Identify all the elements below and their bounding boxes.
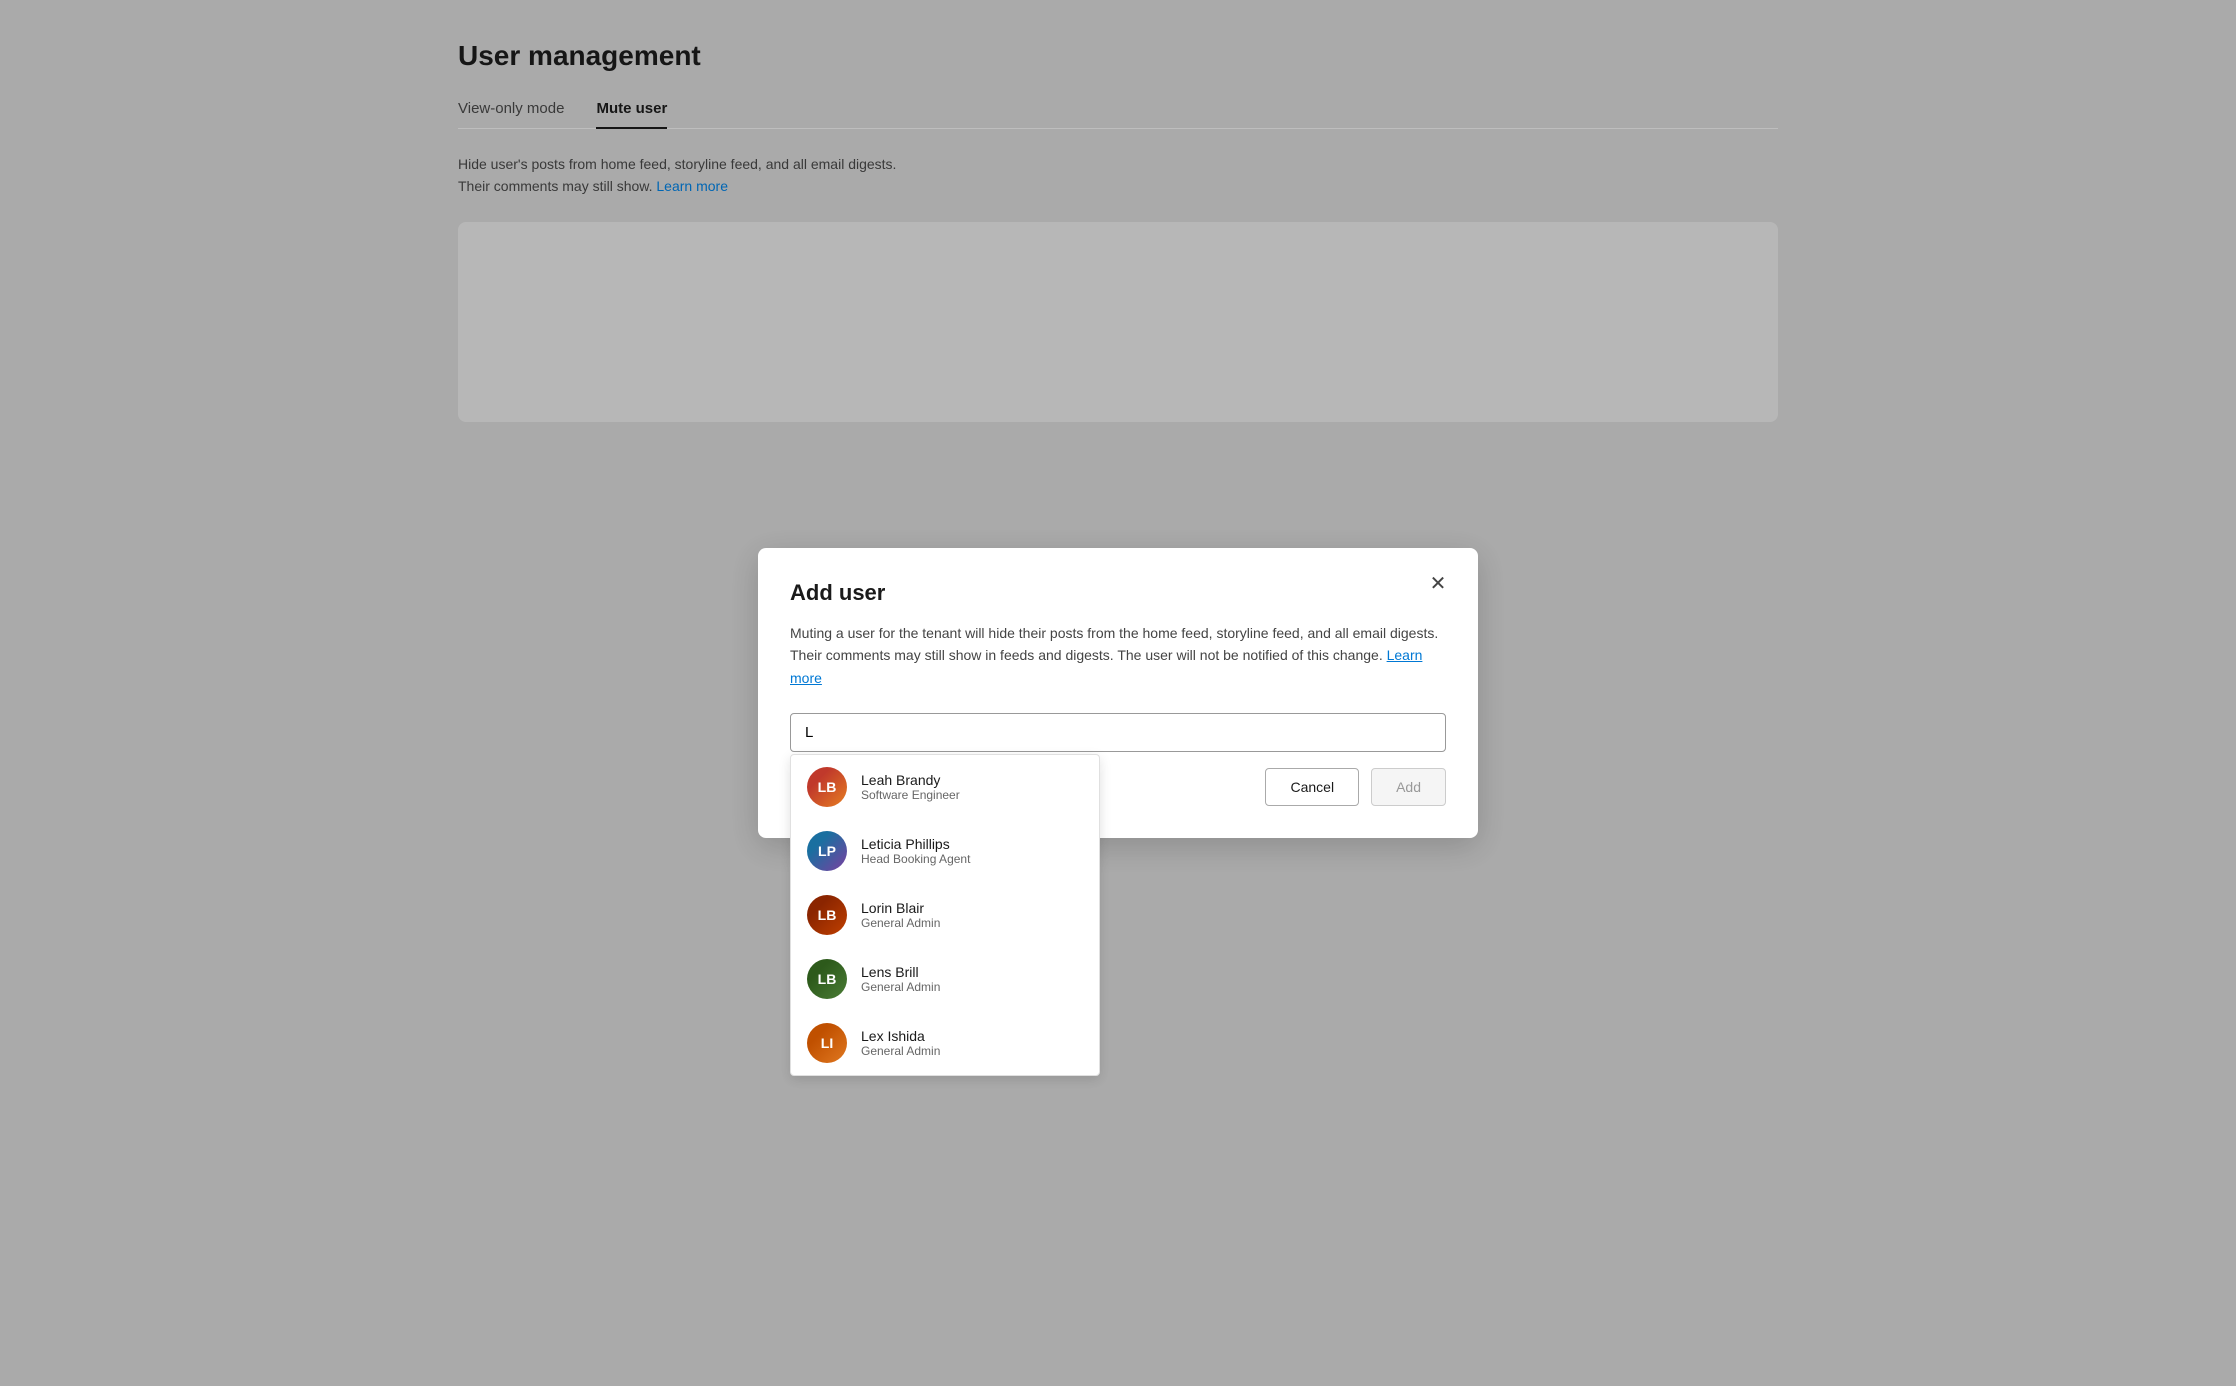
close-modal-button[interactable]: ✕	[1422, 568, 1454, 600]
user-name-leah-brandy: Leah Brandy	[861, 772, 960, 788]
add-user-modal: ✕ Add user Muting a user for the tenant …	[758, 548, 1478, 838]
modal-description: Muting a user for the tenant will hide t…	[790, 622, 1446, 689]
user-name-lorin-blair: Lorin Blair	[861, 900, 940, 916]
avatar-lens-brill: LB	[807, 959, 847, 999]
user-name-leticia-phillips: Leticia Phillips	[861, 836, 970, 852]
dropdown-item-lex-ishida[interactable]: LI Lex IshidaGeneral Admin	[791, 1011, 1099, 1075]
add-button[interactable]: Add	[1371, 768, 1446, 806]
user-info-leah-brandy: Leah BrandySoftware Engineer	[861, 772, 960, 802]
user-name-lens-brill: Lens Brill	[861, 964, 940, 980]
user-info-lex-ishida: Lex IshidaGeneral Admin	[861, 1028, 940, 1058]
close-icon: ✕	[1430, 571, 1447, 596]
modal-overlay: ✕ Add user Muting a user for the tenant …	[0, 0, 2236, 1386]
user-info-leticia-phillips: Leticia PhillipsHead Booking Agent	[861, 836, 970, 866]
user-info-lens-brill: Lens BrillGeneral Admin	[861, 964, 940, 994]
cancel-button[interactable]: Cancel	[1265, 768, 1359, 806]
user-role-lex-ishida: General Admin	[861, 1044, 940, 1058]
user-role-leticia-phillips: Head Booking Agent	[861, 852, 970, 866]
dropdown-item-lens-brill[interactable]: LB Lens BrillGeneral Admin	[791, 947, 1099, 1011]
search-container: LBLeah BrandySoftware EngineerLPLeticia …	[790, 713, 1446, 752]
user-name-lex-ishida: Lex Ishida	[861, 1028, 940, 1044]
dropdown-item-lorin-blair[interactable]: LB Lorin BlairGeneral Admin	[791, 883, 1099, 947]
user-info-lorin-blair: Lorin BlairGeneral Admin	[861, 900, 940, 930]
user-role-leah-brandy: Software Engineer	[861, 788, 960, 802]
user-role-lens-brill: General Admin	[861, 980, 940, 994]
modal-title: Add user	[790, 580, 1446, 606]
avatar-lorin-blair: LB	[807, 895, 847, 935]
user-dropdown-list: LB Leah BrandySoftware Engineer LP Leticia …	[790, 754, 1100, 1076]
dropdown-item-leticia-phillips[interactable]: LP Leticia PhillipsHead Booking Agent	[791, 819, 1099, 883]
user-search-input[interactable]	[790, 713, 1446, 752]
user-role-lorin-blair: General Admin	[861, 916, 940, 930]
dropdown-item-leah-brandy[interactable]: LB Leah BrandySoftware Engineer	[791, 755, 1099, 819]
avatar-lex-ishida: LI	[807, 1023, 847, 1063]
avatar-leah-brandy: LB	[807, 767, 847, 807]
avatar-leticia-phillips: LP	[807, 831, 847, 871]
